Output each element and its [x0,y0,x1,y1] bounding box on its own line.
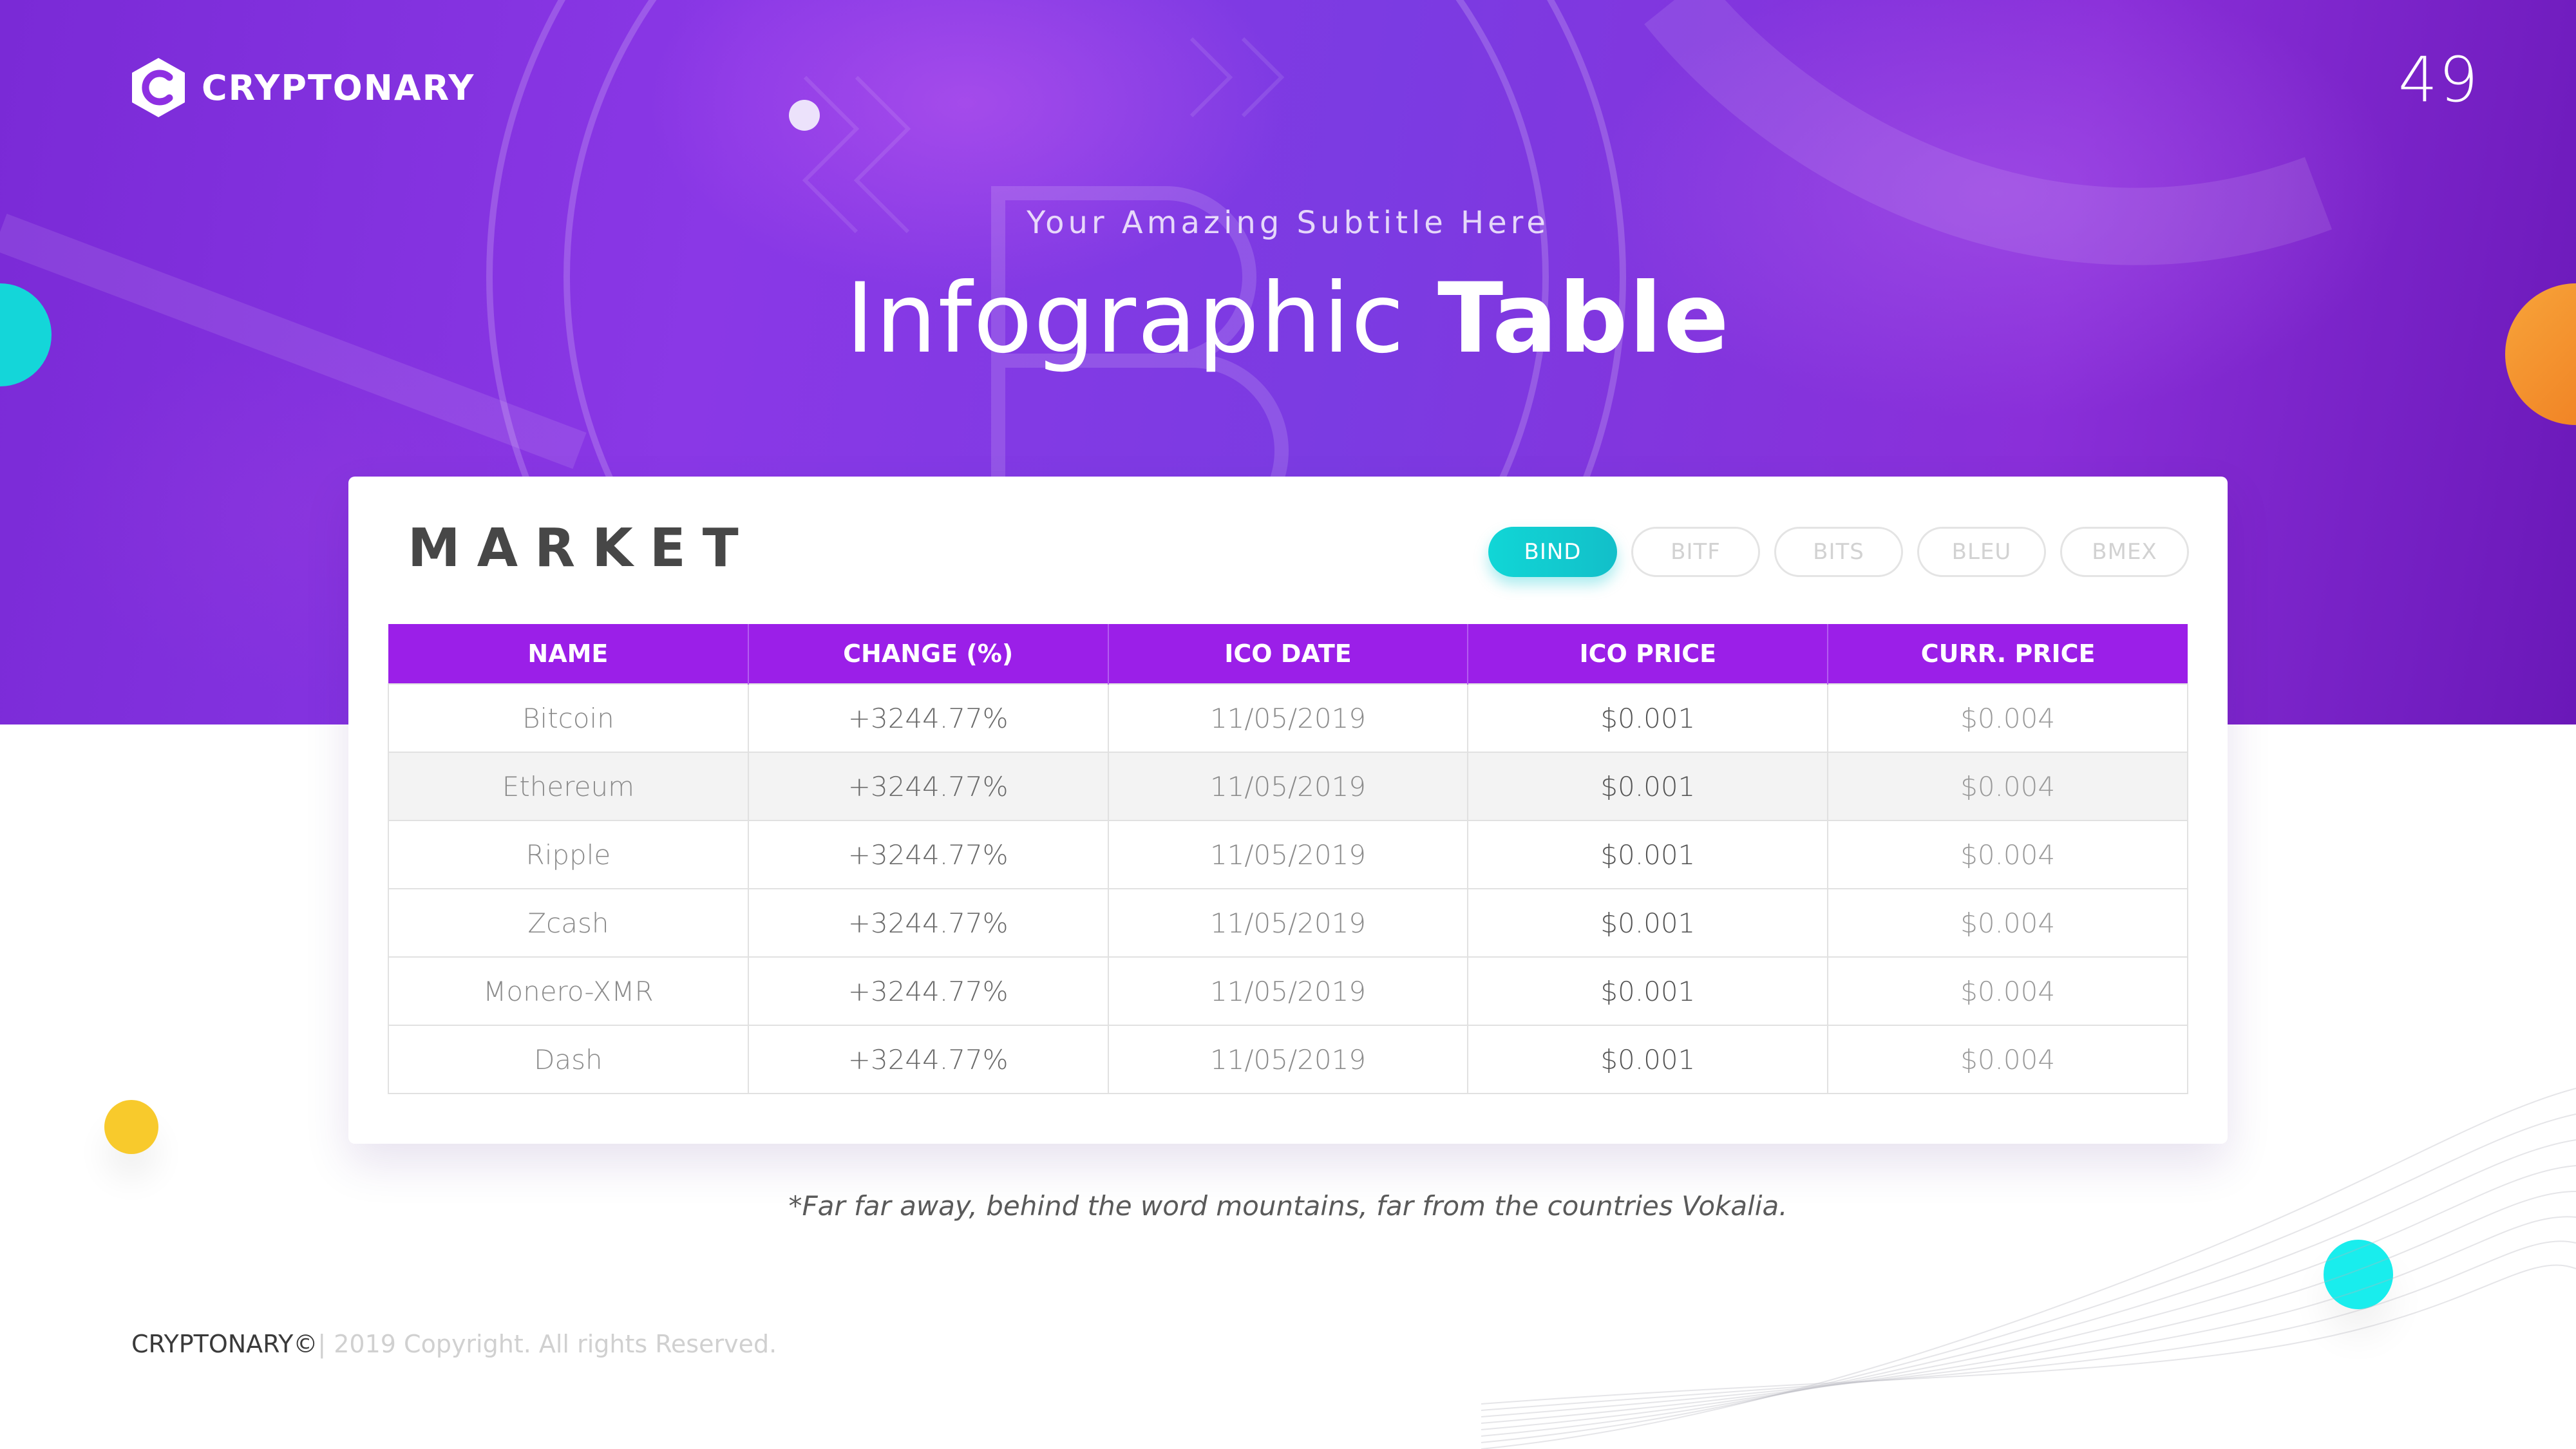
cell-change: +3244.77% [747,1025,1109,1094]
cell-ico-price: $0.001 [1467,752,1829,821]
column-header-ico-date: ICO DATE [1107,624,1468,684]
cell-name: Dash [388,1025,749,1094]
cryptonary-logo-icon [132,58,185,117]
cell-ico-date: 11/05/2019 [1107,956,1469,1026]
cell-curr-price: $0.004 [1827,683,2188,753]
table-row: Zcash +3244.77% 11/05/2019 $0.001 $0.004 [388,888,2188,958]
table-row: Ripple +3244.77% 11/05/2019 $0.001 $0.00… [388,820,2188,889]
cell-ico-price: $0.001 [1467,820,1829,889]
market-card-title: MARKET [408,518,755,579]
table-row: Bitcoin +3244.77% 11/05/2019 $0.001 $0.0… [388,683,2188,753]
cell-change: +3244.77% [747,683,1109,753]
cell-ico-date: 11/05/2019 [1107,683,1469,753]
exchange-tabs: BIND BITF BITS BLEU BMEX [1488,527,2189,577]
cell-ico-date: 11/05/2019 [1107,752,1469,821]
cell-change: +3244.77% [747,820,1109,889]
page-number: 49 [2398,44,2479,116]
cell-ico-date: 11/05/2019 [1107,888,1469,958]
market-card: MARKET BIND BITF BITS BLEU BMEX NAME CHA… [348,477,2228,1144]
brand-name: CRYPTONARY [202,67,475,108]
column-header-name: NAME [388,624,748,684]
column-header-ico-price: ICO PRICE [1467,624,1828,684]
column-header-change: CHANGE (%) [747,624,1108,684]
cell-ico-price: $0.001 [1467,683,1829,753]
tab-bitf[interactable]: BITF [1631,527,1760,577]
cell-ico-date: 11/05/2019 [1107,1025,1469,1094]
footer-brand: CRYPTONARY© [131,1330,318,1358]
cell-curr-price: $0.004 [1827,956,2188,1026]
cell-ico-price: $0.001 [1467,888,1829,958]
cell-ico-date: 11/05/2019 [1107,820,1469,889]
footer-copyright: | 2019 Copyright. All rights Reserved. [317,1330,777,1358]
decorative-dot-yellow [104,1100,158,1154]
cell-name: Monero-XMR [388,956,749,1026]
tab-bind[interactable]: BIND [1488,527,1617,577]
cell-name: Ripple [388,820,749,889]
table-row: Monero-XMR +3244.77% 11/05/2019 $0.001 $… [388,956,2188,1026]
cell-curr-price: $0.004 [1827,820,2188,889]
table-row: Ethereum +3244.77% 11/05/2019 $0.001 $0.… [388,752,2188,821]
tab-bmex[interactable]: BMEX [2060,527,2189,577]
decorative-dot-white [789,100,820,131]
decorative-wave-lines [1481,1088,2576,1449]
cell-ico-price: $0.001 [1467,956,1829,1026]
tab-bits[interactable]: BITS [1774,527,1903,577]
brand-logo: CRYPTONARY [131,57,475,118]
page-title: Infographic Table [0,263,2576,375]
cell-name: Ethereum [388,752,749,821]
column-header-curr-price: CURR. PRICE [1827,624,2188,684]
cell-curr-price: $0.004 [1827,888,2188,958]
page-title-bold: Table [1437,263,1730,375]
cell-name: Bitcoin [388,683,749,753]
cell-name: Zcash [388,888,749,958]
cell-change: +3244.77% [747,956,1109,1026]
footer: CRYPTONARY©| 2019 Copyright. All rights … [131,1330,777,1358]
table-header-row: NAME CHANGE (%) ICO DATE ICO PRICE CURR.… [388,624,2188,684]
cell-change: +3244.77% [747,752,1109,821]
page-subtitle: Your Amazing Subtitle Here [1027,205,1549,241]
cell-curr-price: $0.004 [1827,752,2188,821]
page-title-light: Infographic [846,263,1406,375]
cell-change: +3244.77% [747,888,1109,958]
market-table: NAME CHANGE (%) ICO DATE ICO PRICE CURR.… [388,624,2188,1094]
tab-bleu[interactable]: BLEU [1917,527,2046,577]
